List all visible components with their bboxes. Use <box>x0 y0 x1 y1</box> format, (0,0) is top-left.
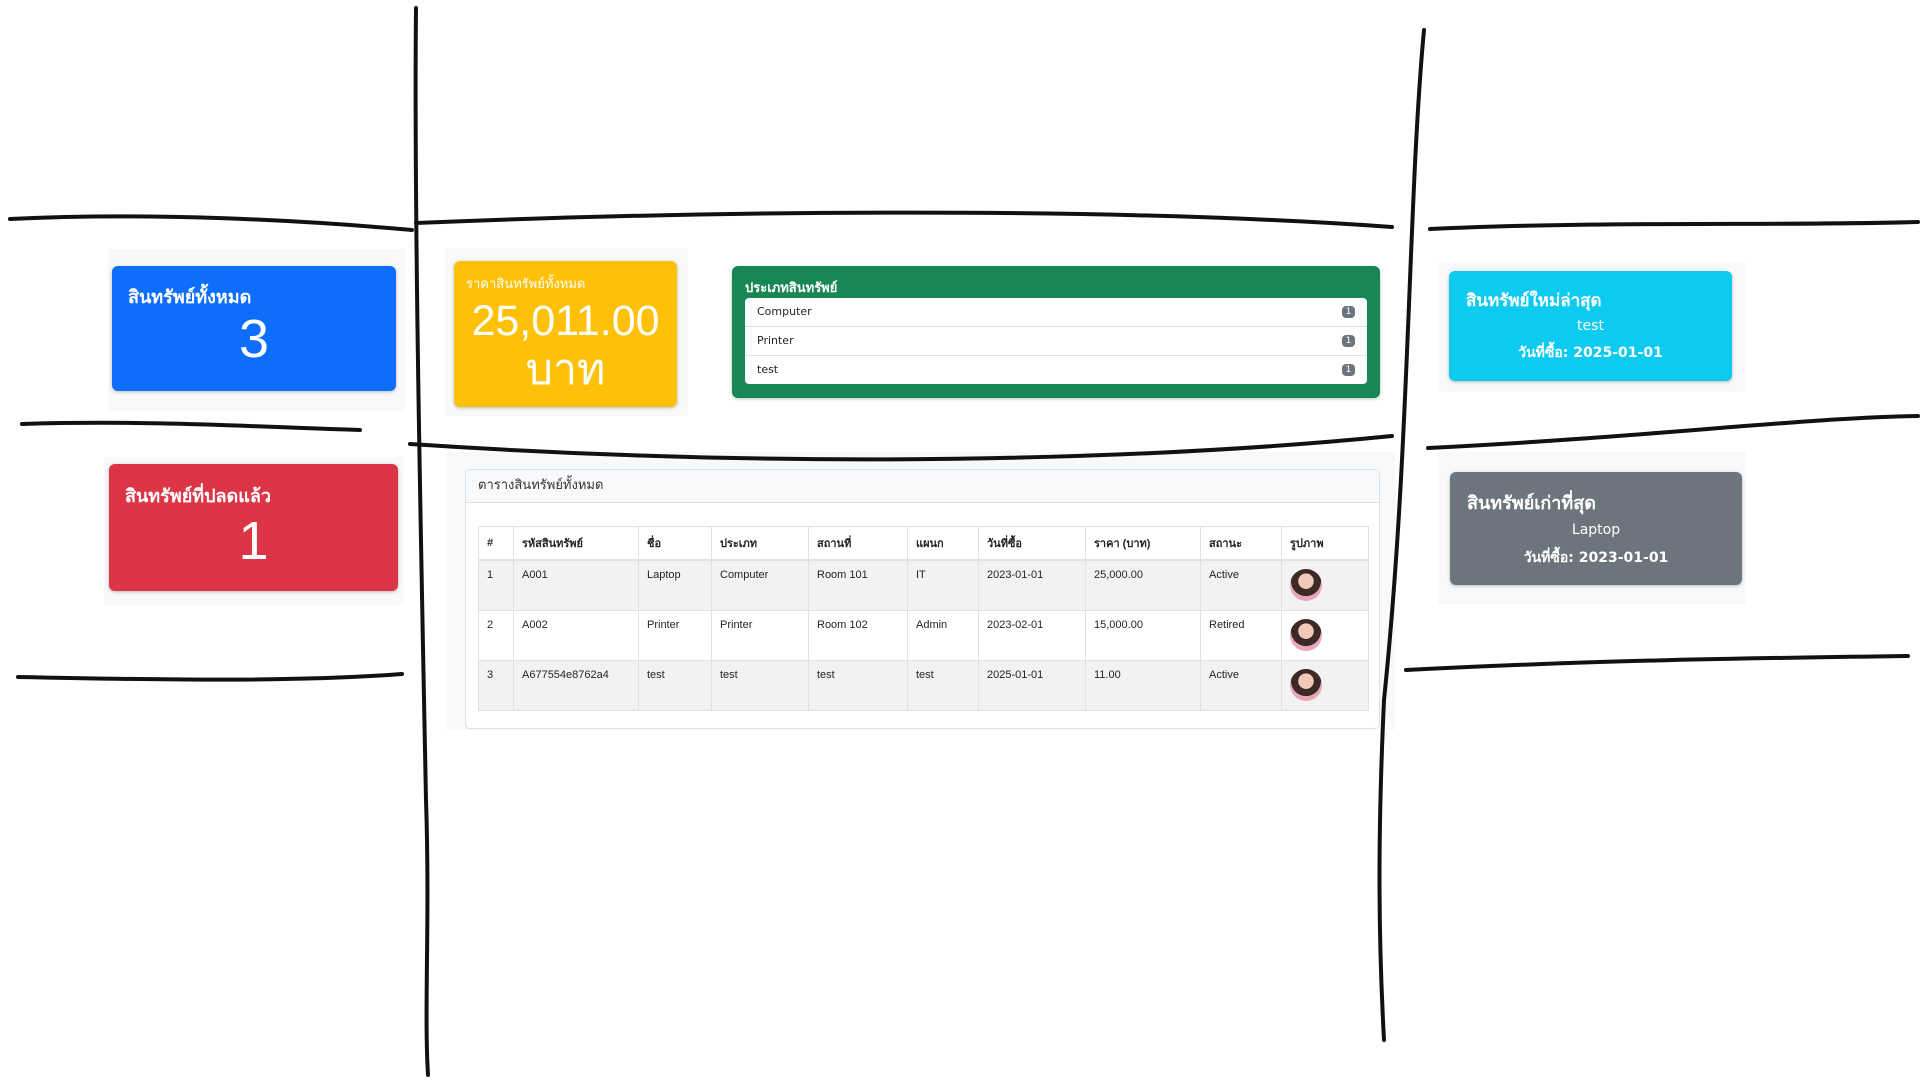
cell-asset-code: A002 <box>513 609 639 661</box>
cell-price: 15,000.00 <box>1085 609 1201 661</box>
total-assets-title: สินทรัพย์ทั้งหมด <box>128 287 252 308</box>
cell-asset-code: A001 <box>513 559 639 611</box>
cell-type: test <box>711 659 809 711</box>
total-assets-value: 3 <box>238 309 270 369</box>
sketch-line <box>20 420 362 432</box>
cell-purchase-date: 2023-02-01 <box>978 609 1086 661</box>
sketch-line <box>1404 654 1910 672</box>
sketch-line <box>16 672 404 682</box>
oldest-asset-card: สินทรัพย์เก่าที่สุด Laptop วันที่ซื้อ: 2… <box>1450 472 1742 585</box>
total-value-amount-block: 25,011.00 บาท <box>454 297 677 396</box>
disposed-assets-title: สินทรัพย์ที่ปลดแล้ว <box>125 486 271 507</box>
column-header-image: รูปภาพ <box>1281 526 1369 561</box>
oldest-asset-title: สินทรัพย์เก่าที่สุด <box>1467 493 1596 514</box>
table-row: 2 A002 Printer Printer Room 102 Admin 20… <box>478 609 1369 661</box>
cell-status: Active <box>1200 559 1282 611</box>
cell-name: Printer <box>638 609 712 661</box>
cell-name: test <box>638 659 712 711</box>
cell-asset-code: A677554e8762a4 <box>513 659 639 711</box>
cell-number: 1 <box>478 559 514 611</box>
cell-department: IT <box>907 559 979 611</box>
newest-asset-name: test <box>1577 318 1604 334</box>
cell-location: Room 102 <box>808 609 908 661</box>
cell-number: 3 <box>478 659 514 711</box>
cell-image <box>1281 609 1369 661</box>
sketch-line <box>8 214 414 232</box>
column-header-status: สถานะ <box>1200 526 1282 561</box>
asset-type-count-badge: 1 <box>1342 364 1355 376</box>
column-header-department: แผนก <box>907 526 979 561</box>
sketch-line <box>1426 414 1920 450</box>
asset-type-label: Computer <box>757 305 812 318</box>
asset-type-item: Printer 1 <box>745 327 1367 356</box>
asset-photo-thumbnail[interactable] <box>1290 569 1322 601</box>
total-value-unit: บาท <box>525 346 606 395</box>
total-value-card: ราคาสินทรัพย์ทั้งหมด 25,011.00 บาท <box>454 261 677 407</box>
column-header-asset-code: รหัสสินทรัพย์ <box>513 526 639 561</box>
asset-type-label: Printer <box>757 334 794 347</box>
disposed-assets-card: สินทรัพย์ที่ปลดแล้ว 1 <box>109 464 398 591</box>
asset-type-item: test 1 <box>745 356 1367 384</box>
newest-asset-card: สินทรัพย์ใหม่ล่าสุด test วันที่ซื้อ: 202… <box>1449 271 1732 381</box>
cell-type: Computer <box>711 559 809 611</box>
cell-price: 25,000.00 <box>1085 559 1201 611</box>
sketch-line <box>1428 220 1920 231</box>
asset-photo-thumbnail[interactable] <box>1290 618 1322 651</box>
total-assets-card: สินทรัพย์ทั้งหมด 3 <box>112 266 396 391</box>
cell-image <box>1281 659 1369 711</box>
asset-type-label: test <box>757 363 779 376</box>
total-value-title: ราคาสินทรัพย์ทั้งหมด <box>466 277 586 292</box>
column-header-type: ประเภท <box>711 526 809 561</box>
cell-department: test <box>907 659 979 711</box>
newest-asset-title: สินทรัพย์ใหม่ล่าสุด <box>1466 291 1602 311</box>
cell-purchase-date: 2025-01-01 <box>978 659 1086 711</box>
disposed-assets-value: 1 <box>238 511 269 571</box>
cell-location: test <box>808 659 908 711</box>
asset-table-card: ตารางสินทรัพย์ทั้งหมด # รหัสสินทรัพย์ ชื… <box>465 469 1380 729</box>
cell-type: Printer <box>711 609 809 661</box>
cell-image <box>1281 559 1369 611</box>
cell-number: 2 <box>478 609 514 661</box>
total-value-amount: 25,011.00 <box>471 297 660 345</box>
cell-status: Retired <box>1200 609 1282 661</box>
asset-type-count-badge: 1 <box>1342 335 1355 347</box>
cell-price: 11.00 <box>1085 659 1201 711</box>
asset-types-title: ประเภทสินทรัพย์ <box>745 281 838 296</box>
cell-purchase-date: 2023-01-01 <box>978 559 1086 611</box>
cell-name: Laptop <box>638 559 712 611</box>
asset-type-item: Computer 1 <box>745 298 1367 327</box>
asset-photo-thumbnail[interactable] <box>1290 668 1322 701</box>
newest-asset-date: วันที่ซื้อ: 2025-01-01 <box>1518 345 1663 361</box>
asset-table-title: ตารางสินทรัพย์ทั้งหมด <box>466 470 1379 503</box>
cell-status: Active <box>1200 659 1282 711</box>
table-header-row: # รหัสสินทรัพย์ ชื่อ ประเภท สถานที่ แผนก… <box>478 526 1369 561</box>
asset-type-count-badge: 1 <box>1342 306 1355 318</box>
oldest-asset-date: วันที่ซื้อ: 2023-01-01 <box>1523 550 1669 566</box>
column-header-price: ราคา (บาท) <box>1085 526 1201 561</box>
column-header-location: สถานที่ <box>808 526 908 561</box>
sketch-line <box>414 210 1394 229</box>
asset-types-list: Computer 1 Printer 1 test 1 <box>745 298 1367 384</box>
sketch-line <box>413 6 430 1077</box>
asset-types-card: ประเภทสินทรัพย์ Computer 1 Printer 1 tes… <box>732 266 1380 398</box>
oldest-asset-name: Laptop <box>1571 522 1621 538</box>
cell-location: Room 101 <box>808 559 908 611</box>
column-header-purchase-date: วันที่ซื้อ <box>978 526 1086 561</box>
table-row: 3 A677554e8762a4 test test test test 202… <box>478 659 1369 711</box>
table-row: 1 A001 Laptop Computer Room 101 IT 2023-… <box>478 559 1369 611</box>
column-header-number: # <box>478 526 514 561</box>
cell-department: Admin <box>907 609 979 661</box>
asset-table: # รหัสสินทรัพย์ ชื่อ ประเภท สถานที่ แผนก… <box>478 526 1369 711</box>
column-header-name: ชื่อ <box>638 526 712 561</box>
